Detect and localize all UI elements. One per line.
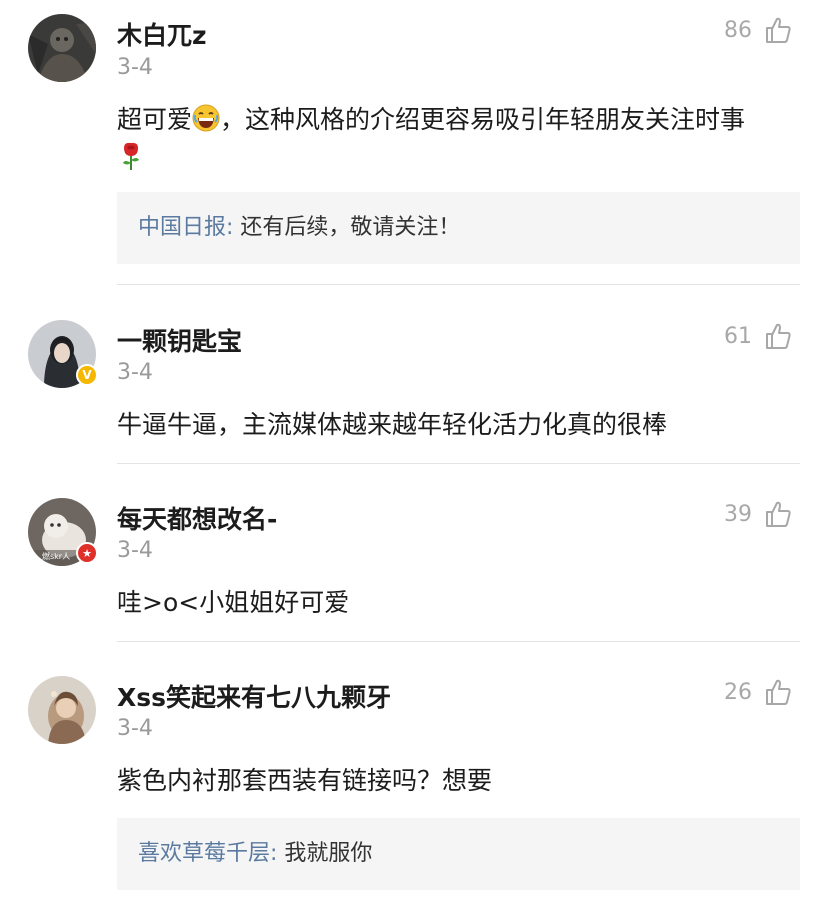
reply-box[interactable]: 中国日报: 还有后续，敬请关注！ [117,192,800,264]
verified-badge-icon: V [76,364,98,386]
reply-separator: : [226,215,241,240]
thumbs-up-icon[interactable] [764,16,792,44]
username[interactable]: 每天都想改名- [117,500,277,536]
comment-text: 超可爱 ，这种风格的介绍更容易吸引年轻朋友关注时事 [117,103,797,180]
reply-text: 我就服你 [284,841,373,866]
comment-date: 3-4 [117,360,153,385]
comment-text-part: 超可爱 [117,105,193,134]
reply-author[interactable]: 中国日报 [138,215,226,240]
like-count[interactable]: 39 [724,502,752,527]
comment-text: 牛逼牛逼，主流媒体越来越年轻化活力化真的很棒 [117,410,668,439]
reply-text: 还有后续，敬请关注！ [240,215,461,240]
divider [117,463,800,464]
like-count[interactable]: 86 [724,18,752,43]
thumbs-up-icon[interactable] [764,322,792,350]
comment-date: 3-4 [117,538,153,563]
star-badge-icon: ★ [76,542,98,564]
comment-item: Xss笑起来有七八九颗牙 3-4 26 紫色内衬那套西装有链接吗？想要 喜欢草莓… [0,656,828,898]
username[interactable]: Xss笑起来有七八九颗牙 [117,678,391,714]
username[interactable]: 木白兀z [117,16,207,52]
reply-separator: : [270,841,285,866]
comment-item: 燃skr人 ★ 每天都想改名- 3-4 39 哇>o<小姐姐好可爱 [0,478,828,638]
divider [117,641,800,642]
username[interactable]: 一颗钥匙宝 [117,322,242,358]
comment-date: 3-4 [117,55,153,80]
like-count[interactable]: 26 [724,680,752,705]
reply-author[interactable]: 喜欢草莓千层 [138,841,270,866]
avatar[interactable] [28,14,96,82]
thumbs-up-icon[interactable] [764,500,792,528]
comment-item: V 一颗钥匙宝 3-4 61 牛逼牛逼，主流媒体越来越年轻化活力化真的很棒 [0,300,828,460]
comment-text: 紫色内衬那套西装有链接吗？想要 [117,766,493,795]
laughing-emoji-icon [192,104,220,141]
reply-box[interactable]: 喜欢草莓千层: 我就服你 [117,818,800,890]
avatar[interactable] [28,676,96,744]
divider [117,284,800,285]
thumbs-up-icon[interactable] [764,678,792,706]
avatar-caption: 燃skr人 [42,551,70,561]
comment-date: 3-4 [117,716,153,741]
comment-text: 哇>o<小姐姐好可爱 [117,588,350,617]
rose-emoji-icon [117,141,145,180]
comment-text-part: ，这种风格的介绍更容易吸引年轻朋友关注时事 [220,105,746,134]
like-count[interactable]: 61 [724,324,752,349]
comment-item: 木白兀z 3-4 86 超可爱 ，这种风格的介绍更容易吸引年轻朋友关注时事 中国日… [0,0,828,290]
